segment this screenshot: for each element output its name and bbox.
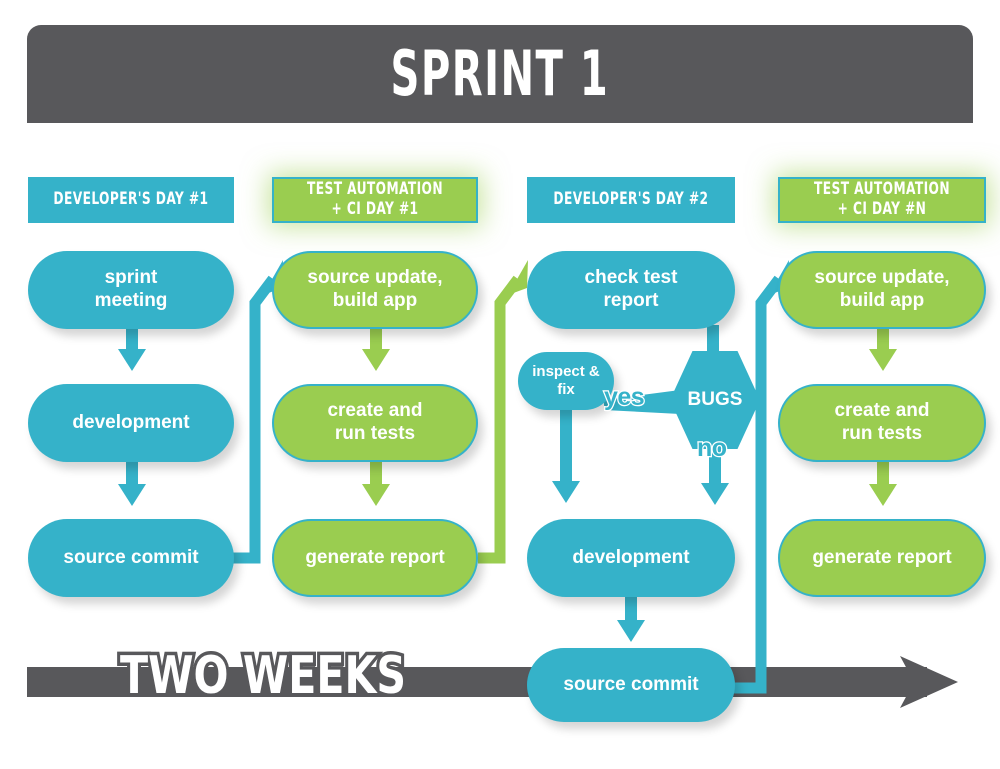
node-label: source commit [563, 673, 699, 695]
node-label: sprint meeting [94, 267, 168, 311]
node-label: source update, build app [814, 267, 950, 311]
connector-source-commit-to-source-update-2 [723, 260, 789, 694]
column-header-label: TEST AUTOMATION + CI DAY #1 [306, 179, 443, 219]
node-label: inspect & fix [532, 363, 600, 398]
node-label: development [72, 411, 190, 433]
node-label: development [572, 546, 690, 568]
node-sprint-meeting[interactable]: sprint meeting [28, 251, 234, 329]
column-header-label: DEVELOPER'S DAY #2 [553, 189, 709, 210]
node-source-commit-day2[interactable]: source commit [527, 648, 735, 722]
decision-label: BUGS [687, 389, 743, 410]
page-title: SPRINT 1 [390, 37, 610, 110]
arrow-inspect-fix-to-development [552, 405, 580, 503]
arrow-create-tests-to-generate-report-2 [869, 458, 897, 506]
column-header-test-automation-ci-day-n: TEST AUTOMATION + CI DAY #N [778, 177, 986, 223]
edge-label-yes: yes [603, 382, 646, 413]
arrow-source-update-to-create-tests-1 [362, 325, 390, 371]
arrow-development-to-source-commit-2 [617, 592, 645, 642]
arrow-sprint-meeting-to-development [118, 325, 146, 371]
node-label: source update, build app [307, 267, 443, 311]
node-label: create and run tests [327, 400, 423, 444]
column-header-label: TEST AUTOMATION + CI DAY #N [813, 179, 950, 219]
node-check-test-report[interactable]: check test report [527, 251, 735, 329]
node-generate-report-1[interactable]: generate report [272, 519, 478, 597]
sprint-flow-diagram: SPRINT 1 DEVELOPER'S DAY #1 TEST AUTOMAT… [0, 0, 1000, 769]
node-create-run-tests-2[interactable]: create and run tests [778, 384, 986, 462]
node-development-day2[interactable]: development [527, 519, 735, 597]
column-header-test-automation-ci-day-1: TEST AUTOMATION + CI DAY #1 [272, 177, 478, 223]
arrow-development-to-source-commit [118, 458, 146, 506]
node-label: source commit [63, 546, 199, 568]
timeline-arrowhead-icon [900, 656, 958, 708]
node-label: generate report [305, 546, 445, 568]
node-label: check test report [584, 267, 678, 311]
arrow-source-update-to-create-tests-2 [869, 325, 897, 371]
node-source-commit-day1[interactable]: source commit [28, 519, 234, 597]
node-generate-report-2[interactable]: generate report [778, 519, 986, 597]
node-development-day1[interactable]: development [28, 384, 234, 462]
node-create-run-tests-1[interactable]: create and run tests [272, 384, 478, 462]
edge-label-no: no [696, 433, 729, 464]
node-source-update-build-app-2[interactable]: source update, build app [778, 251, 986, 329]
sprint-title-banner: SPRINT 1 [27, 25, 973, 123]
column-header-developers-day-2: DEVELOPER'S DAY #2 [527, 177, 735, 223]
node-label: create and run tests [834, 400, 930, 444]
timeline-label: TWO WEEKS [117, 646, 409, 706]
node-label: generate report [812, 546, 952, 568]
arrow-create-tests-to-generate-report-1 [362, 458, 390, 506]
column-header-label: DEVELOPER'S DAY #1 [53, 189, 209, 210]
node-source-update-build-app-1[interactable]: source update, build app [272, 251, 478, 329]
column-header-developers-day-1: DEVELOPER'S DAY #1 [28, 177, 234, 223]
node-inspect-and-fix[interactable]: inspect & fix [518, 352, 614, 410]
